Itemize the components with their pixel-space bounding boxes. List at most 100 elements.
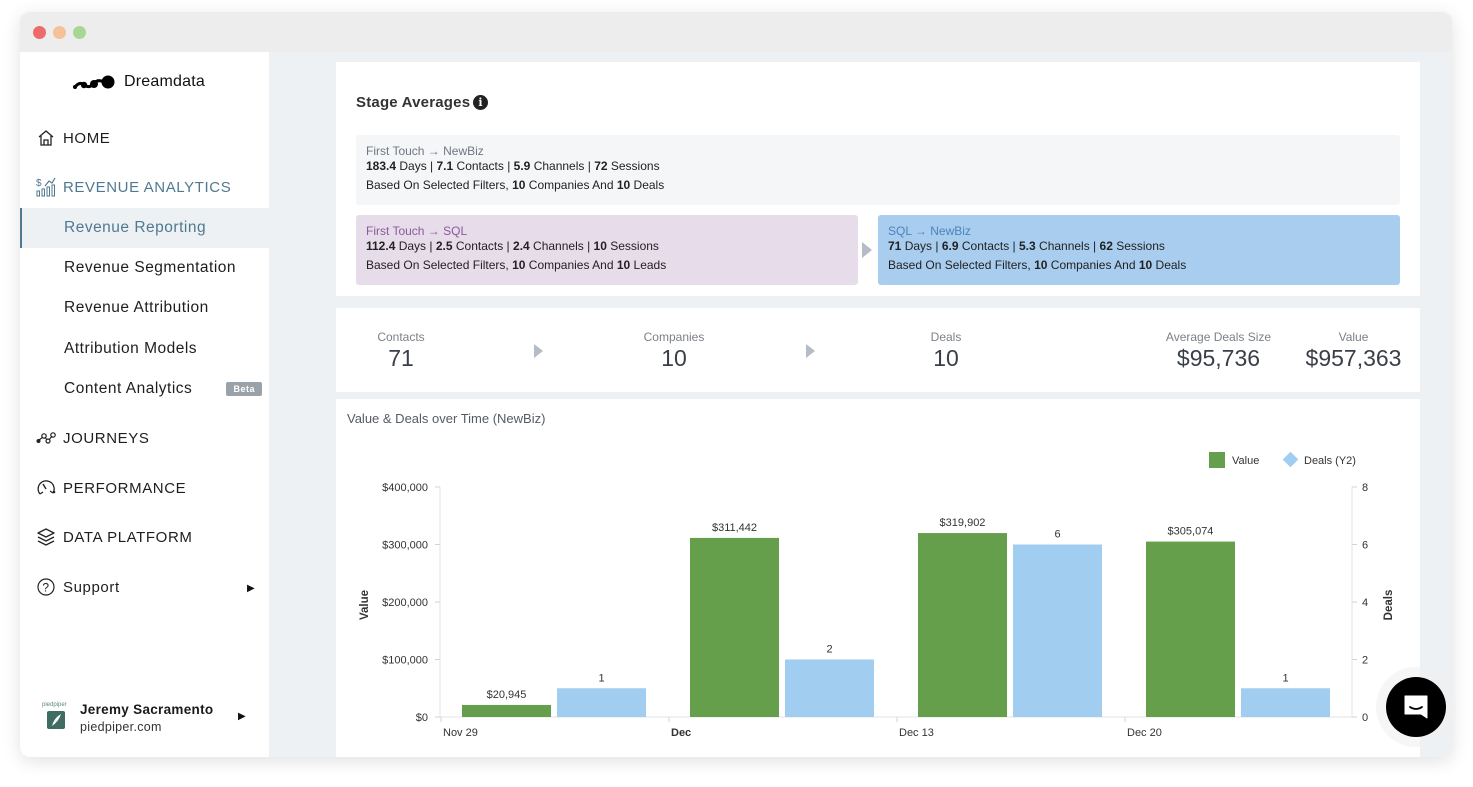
stage-sql-newbiz: SQL → NewBiz 71 Days | 6.9 Contacts | 5.… bbox=[878, 215, 1400, 285]
legend-value-label[interactable]: Value bbox=[1232, 455, 1259, 467]
info-icon[interactable]: i bbox=[473, 95, 488, 110]
kpi-label: Average Deals Size bbox=[1165, 330, 1272, 344]
user-menu-caret-icon[interactable]: ▶ bbox=[238, 711, 246, 722]
maximize-window-button[interactable] bbox=[73, 26, 86, 39]
y-tick-label: $200,000 bbox=[382, 597, 428, 609]
sidebar-item-revenue-reporting[interactable]: Revenue Reporting bbox=[20, 208, 269, 248]
help-circle-icon: ? bbox=[36, 577, 56, 597]
journeys-icon bbox=[36, 428, 56, 448]
close-window-button[interactable] bbox=[33, 26, 46, 39]
kpi-value: 71 bbox=[388, 345, 414, 371]
sidebar: Dreamdata HOME $ REVENUE ANALYTICS Reven… bbox=[20, 52, 269, 757]
chat-support-button[interactable] bbox=[1386, 677, 1446, 737]
nav-home[interactable]: HOME bbox=[36, 128, 110, 148]
legend-deals-marker[interactable] bbox=[1282, 451, 1299, 468]
value-data-label: $311,442 bbox=[712, 522, 757, 534]
sidebar-item-attribution-models[interactable]: Attribution Models bbox=[20, 329, 269, 369]
stage-metrics: 71 Days | 6.9 Contacts | 5.3 Channels | … bbox=[888, 239, 1165, 253]
kpi-value-total: Value $957,363 bbox=[1301, 330, 1406, 372]
value-bar[interactable] bbox=[918, 533, 1007, 717]
x-tick-label: Nov 29 bbox=[443, 727, 478, 739]
x-tick-label: Dec 13 bbox=[899, 727, 934, 739]
kpi-value: $95,736 bbox=[1176, 345, 1261, 371]
browser-window: Dreamdata HOME $ REVENUE ANALYTICS Reven… bbox=[20, 12, 1452, 757]
stage-basis: Based On Selected Filters, 10 Companies … bbox=[366, 178, 665, 192]
brand-name: Dreamdata bbox=[124, 73, 205, 90]
legend-value-marker[interactable] bbox=[1209, 452, 1225, 468]
kpi-average-deal-size: Average Deals Size $95,736 bbox=[1161, 330, 1276, 372]
kpi-value: 10 bbox=[933, 345, 959, 371]
x-tick-label: Dec bbox=[671, 727, 691, 739]
stage-metrics: 183.4 Days | 7.1 Contacts | 5.9 Channels… bbox=[366, 159, 660, 173]
deals-data-label: 2 bbox=[826, 644, 832, 656]
nav-revenue-analytics[interactable]: $ REVENUE ANALYTICS bbox=[36, 177, 231, 197]
speedometer-icon bbox=[36, 478, 56, 498]
kpi-label: Contacts bbox=[377, 330, 425, 344]
dreamdata-logo-icon bbox=[73, 75, 115, 89]
stage-header: SQL → NewBiz bbox=[888, 224, 971, 238]
value-data-label: $305,074 bbox=[1168, 526, 1214, 538]
nav-revenue-analytics-label: REVENUE ANALYTICS bbox=[63, 178, 232, 196]
deals-data-label: 1 bbox=[1282, 672, 1288, 684]
nav-performance-label: PERFORMANCE bbox=[63, 479, 187, 497]
value-bar[interactable] bbox=[690, 537, 779, 717]
stage-header: First Touch → SQL bbox=[366, 224, 468, 238]
deals-bar[interactable] bbox=[1241, 688, 1330, 717]
minimize-window-button[interactable] bbox=[53, 26, 66, 39]
svg-text:$: $ bbox=[36, 178, 42, 189]
funnel-arrow-icon bbox=[806, 344, 815, 358]
y2-tick-label: 6 bbox=[1362, 540, 1368, 552]
y2-tick-label: 0 bbox=[1362, 712, 1368, 724]
user-account[interactable]: piedpiper Jeremy Sacramento piedpiper.co… bbox=[42, 702, 262, 742]
value-data-label: $20,945 bbox=[487, 689, 527, 701]
kpi-label: Value bbox=[1338, 330, 1369, 344]
value-deals-chart: Value Deals (Y2) $0 $100,000 $200,000 $300,… bbox=[359, 451, 1395, 739]
y-tick-label: $300,000 bbox=[382, 540, 428, 552]
stage-header: First Touch → NewBiz bbox=[366, 144, 484, 158]
support-expand-icon[interactable]: ▶ bbox=[247, 583, 255, 594]
deals-bar[interactable] bbox=[557, 688, 646, 717]
sidebar-item-revenue-segmentation[interactable]: Revenue Segmentation bbox=[20, 248, 269, 288]
company-logo: piedpiper bbox=[42, 702, 70, 732]
sidebar-item-revenue-attribution[interactable]: Revenue Attribution bbox=[20, 288, 269, 328]
nav-journeys[interactable]: JOURNEYS bbox=[36, 428, 149, 448]
stage-averages-title: Stage Averages bbox=[356, 94, 471, 111]
home-icon bbox=[36, 128, 56, 148]
sidebar-item-label: Revenue Segmentation bbox=[64, 259, 237, 276]
value-bar[interactable] bbox=[462, 704, 551, 717]
y-axis-title: Value bbox=[359, 590, 371, 620]
y2-tick-label: 4 bbox=[1362, 597, 1368, 609]
nav-data-platform-label: DATA PLATFORM bbox=[63, 528, 193, 546]
funnel-arrow-icon bbox=[534, 344, 543, 358]
chart-bars bbox=[462, 533, 1330, 717]
y-tick-label: $400,000 bbox=[382, 482, 428, 494]
value-data-label: $319,902 bbox=[940, 517, 986, 529]
y2-tick-label: 8 bbox=[1362, 482, 1368, 494]
brand-logo[interactable]: Dreamdata bbox=[72, 72, 205, 92]
user-name: Jeremy Sacramento bbox=[80, 702, 214, 717]
legend-deals-label[interactable]: Deals (Y2) bbox=[1304, 455, 1356, 467]
title-bar bbox=[20, 12, 1452, 52]
chat-icon bbox=[1404, 695, 1428, 719]
beta-badge: Beta bbox=[226, 382, 262, 396]
kpi-deals: Deals 10 bbox=[921, 330, 971, 372]
deals-bar[interactable] bbox=[785, 659, 874, 718]
stage-basis: Based On Selected Filters, 10 Companies … bbox=[888, 258, 1187, 272]
sidebar-item-content-analytics[interactable]: Content Analytics Beta bbox=[20, 369, 269, 409]
kpi-value: 10 bbox=[661, 345, 687, 371]
sidebar-item-label: Content Analytics bbox=[64, 380, 193, 397]
value-bar[interactable] bbox=[1146, 541, 1235, 717]
y2-tick-label: 2 bbox=[1362, 655, 1368, 667]
kpi-label: Companies bbox=[643, 330, 705, 344]
nav-journeys-label: JOURNEYS bbox=[63, 429, 150, 447]
nav-data-platform[interactable]: DATA PLATFORM bbox=[36, 527, 192, 547]
nav-support[interactable]: ? Support bbox=[36, 577, 120, 597]
layers-icon bbox=[36, 527, 56, 547]
stage-basis: Based On Selected Filters, 10 Companies … bbox=[366, 258, 667, 272]
chart-legend: Value Deals (Y2) bbox=[1209, 451, 1356, 468]
deals-bar[interactable] bbox=[1013, 544, 1102, 718]
revenue-chart-icon: $ bbox=[36, 177, 56, 197]
sidebar-item-label: Revenue Reporting bbox=[64, 219, 207, 236]
kpi-label: Deals bbox=[930, 330, 962, 344]
nav-performance[interactable]: PERFORMANCE bbox=[36, 478, 186, 498]
